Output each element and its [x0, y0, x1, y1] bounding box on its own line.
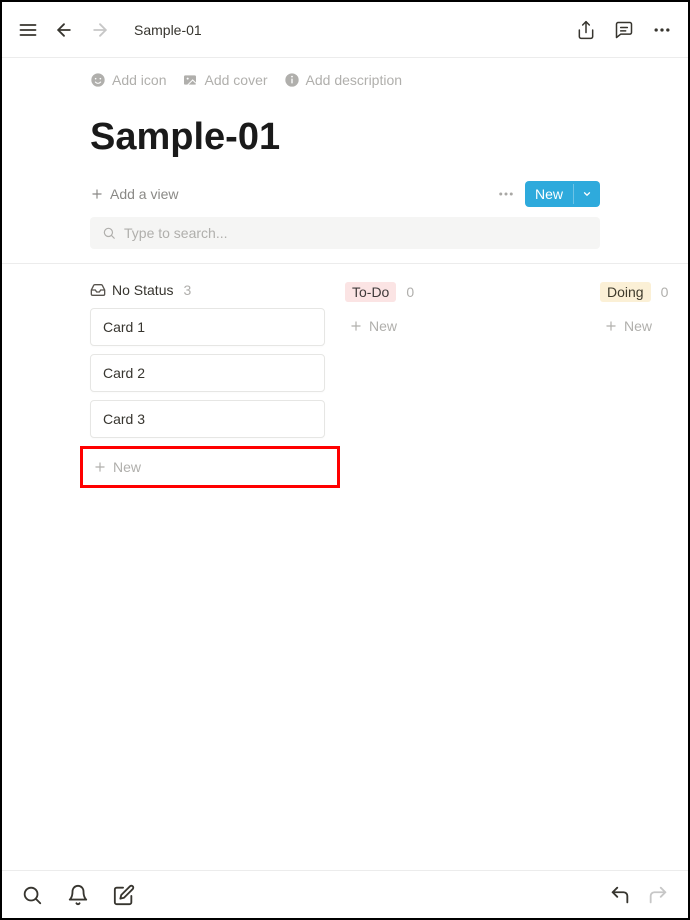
card[interactable]: Card 1	[90, 308, 325, 346]
add-card-button[interactable]: New	[345, 312, 580, 340]
plus-icon	[93, 460, 107, 474]
add-description-button[interactable]: Add description	[284, 72, 403, 88]
card[interactable]: Card 2	[90, 354, 325, 392]
new-button[interactable]: New	[525, 181, 600, 207]
column-count: 3	[183, 282, 191, 298]
inbox-icon	[90, 282, 106, 298]
column-doing: Doing 0 New	[600, 282, 688, 488]
add-cover-label: Add cover	[204, 72, 267, 88]
search-wrap: Type to search...	[2, 217, 688, 263]
share-icon[interactable]	[574, 18, 598, 42]
column-label: To-Do	[345, 282, 396, 302]
view-options-icon[interactable]	[497, 185, 515, 203]
search-input[interactable]: Type to search...	[90, 217, 600, 249]
search-placeholder: Type to search...	[124, 225, 228, 241]
topbar-left: Sample-01	[16, 18, 202, 42]
plus-icon	[604, 319, 618, 333]
column-label: Doing	[600, 282, 651, 302]
add-icon-label: Add icon	[112, 72, 166, 88]
add-icon-button[interactable]: Add icon	[90, 72, 166, 88]
column-label: No Status	[112, 282, 173, 298]
add-description-label: Add description	[306, 72, 403, 88]
add-card-label: New	[624, 318, 652, 334]
add-card-button[interactable]: New	[600, 312, 688, 340]
new-button-label: New	[525, 181, 573, 207]
column-header[interactable]: To-Do 0	[345, 282, 580, 302]
menu-icon[interactable]	[16, 18, 40, 42]
chevron-down-icon[interactable]	[573, 184, 600, 204]
column-count: 0	[406, 284, 414, 300]
board: No Status 3 Card 1 Card 2 Card 3 New To-…	[2, 263, 688, 488]
add-view-button[interactable]: Add a view	[90, 186, 178, 202]
add-card-button[interactable]: New	[80, 446, 340, 488]
card[interactable]: Card 3	[90, 400, 325, 438]
add-card-label: New	[369, 318, 397, 334]
undo-icon[interactable]	[608, 883, 632, 907]
view-toolbar-right: New	[497, 181, 600, 207]
topbar: Sample-01	[2, 2, 688, 58]
notifications-icon[interactable]	[66, 883, 90, 907]
column-header[interactable]: Doing 0	[600, 282, 688, 302]
column-header[interactable]: No Status 3	[90, 282, 325, 298]
topbar-right	[574, 18, 674, 42]
page-actions: Add icon Add cover Add description	[2, 58, 688, 88]
page-title[interactable]: Sample-01	[2, 88, 688, 173]
page-content: Add icon Add cover Add description Sampl…	[2, 58, 688, 870]
add-view-label: Add a view	[110, 186, 178, 202]
back-icon[interactable]	[52, 18, 76, 42]
add-card-label: New	[113, 459, 141, 475]
search-icon[interactable]	[20, 883, 44, 907]
bottombar	[2, 870, 688, 918]
column-todo: To-Do 0 New	[345, 282, 580, 488]
compose-icon[interactable]	[112, 883, 136, 907]
comments-icon[interactable]	[612, 18, 636, 42]
column-no-status: No Status 3 Card 1 Card 2 Card 3 New	[90, 282, 325, 488]
column-count: 0	[661, 284, 669, 300]
plus-icon	[349, 319, 363, 333]
redo-icon	[646, 883, 670, 907]
more-menu-icon[interactable]	[650, 18, 674, 42]
forward-icon	[88, 18, 112, 42]
add-cover-button[interactable]: Add cover	[182, 72, 267, 88]
view-toolbar: Add a view New	[2, 173, 688, 217]
breadcrumb[interactable]: Sample-01	[134, 22, 202, 38]
